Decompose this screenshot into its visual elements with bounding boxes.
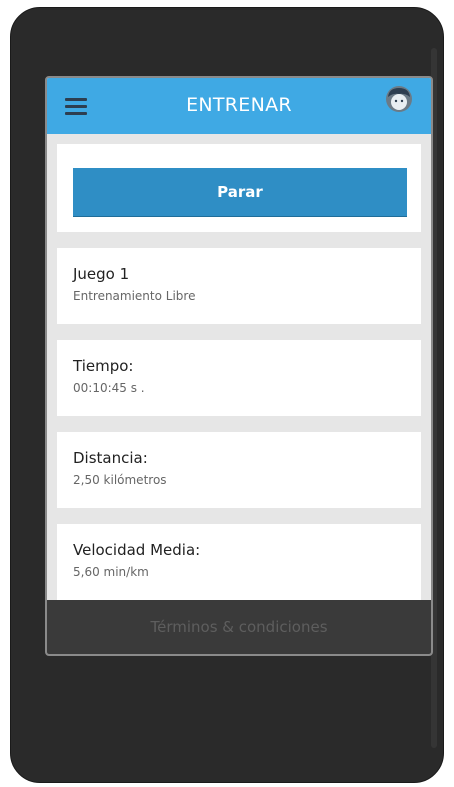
average-speed-card: Velocidad Media: 5,60 min/km — [57, 524, 421, 600]
distance-card: Distancia: 2,50 kilómetros — [57, 432, 421, 508]
game-card: Juego 1 Entrenamiento Libre — [57, 248, 421, 324]
user-avatar-icon[interactable] — [385, 85, 413, 113]
time-card: Tiempo: 00:10:45 s . — [57, 340, 421, 416]
page-title: ENTRENAR — [186, 94, 292, 116]
time-value: 00:10:45 s . — [73, 381, 145, 395]
app-footer: Términos & condiciones — [47, 600, 431, 654]
game-mode-value: Entrenamiento Libre — [73, 289, 196, 303]
action-card: Parar — [57, 144, 421, 232]
app-header: ENTRENAR — [47, 78, 431, 134]
game-label: Juego 1 — [73, 265, 130, 283]
distance-label: Distancia: — [73, 449, 148, 467]
time-label: Tiempo: — [73, 357, 134, 375]
distance-value: 2,50 kilómetros — [73, 473, 167, 487]
app-screen: ENTRENAR Parar Juego 1 Entrenamiento Lib… — [45, 76, 433, 656]
average-speed-value: 5,60 min/km — [73, 565, 149, 579]
stop-button[interactable]: Parar — [73, 168, 407, 216]
average-speed-label: Velocidad Media: — [73, 541, 201, 559]
terms-conditions-link[interactable]: Términos & condiciones — [47, 618, 431, 636]
